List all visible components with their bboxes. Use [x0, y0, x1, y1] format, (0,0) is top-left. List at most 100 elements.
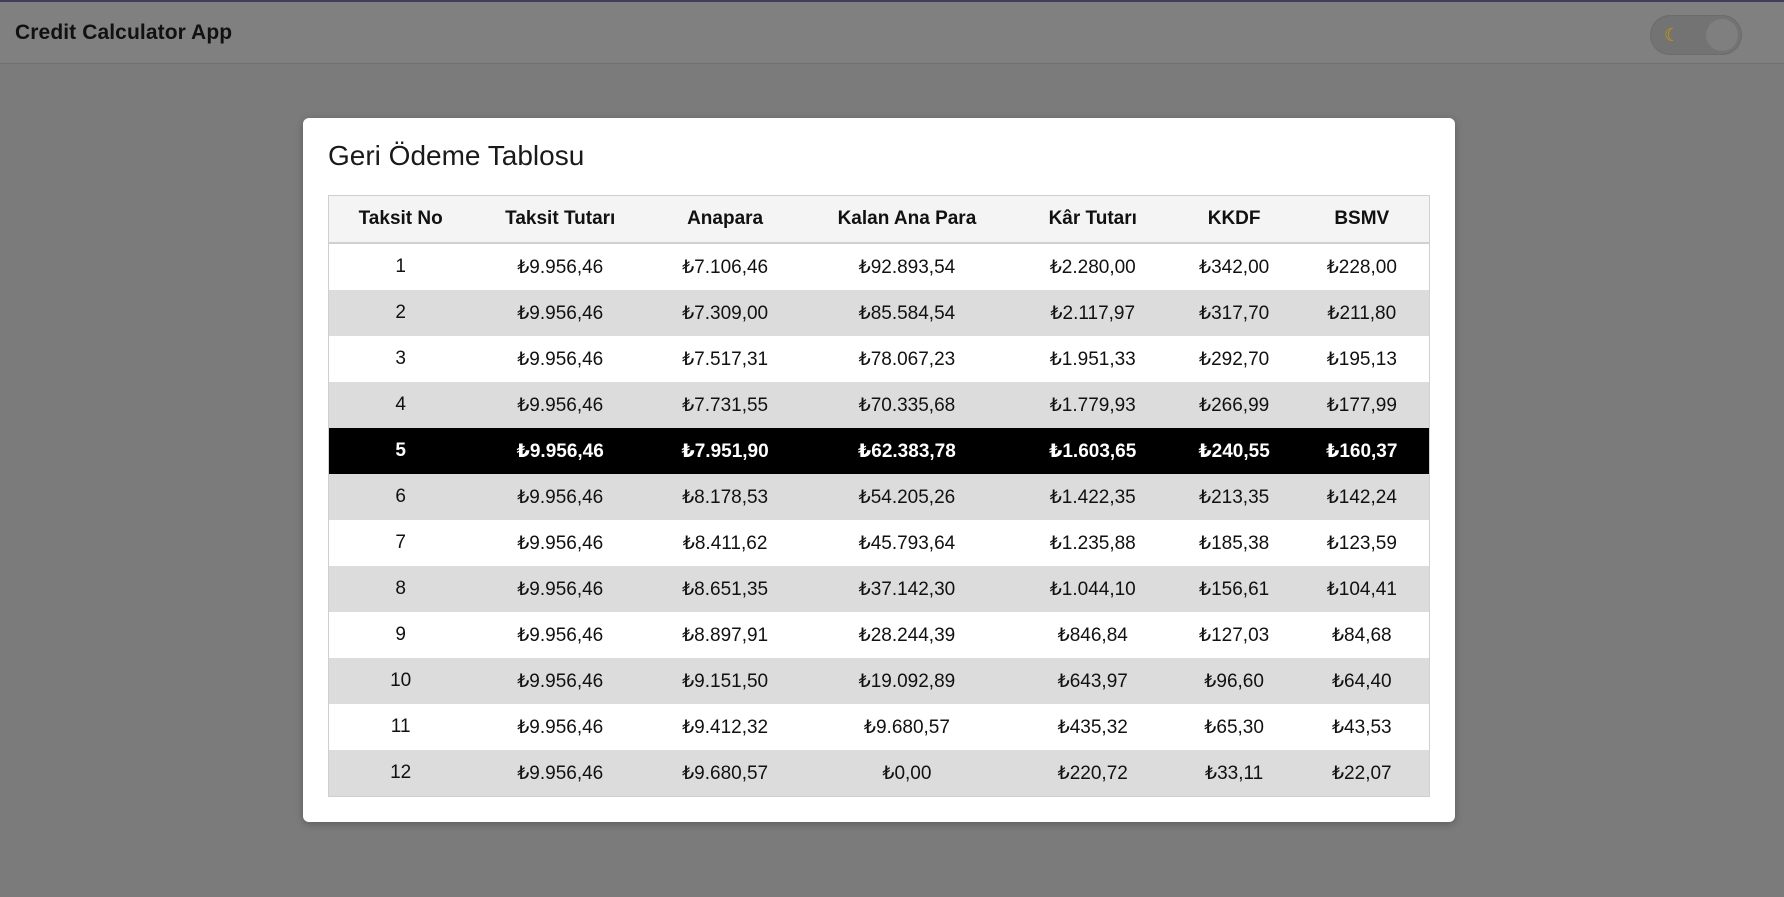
cell-installment-amount: ₺9.956,46: [472, 382, 649, 428]
table-row[interactable]: 7 ₺9.956,46 ₺8.411,62 ₺45.793,64 ₺1.235,88 ₺1…: [328, 520, 1430, 566]
cell-installment-no: 6: [328, 474, 473, 520]
cell-remaining-principal: ₺54.205,26: [802, 474, 1012, 520]
cell-remaining-principal: ₺45.793,64: [802, 520, 1012, 566]
cell-kkdf: ₺185,38: [1173, 520, 1295, 566]
cell-interest-amount: ₺220,72: [1011, 750, 1174, 797]
cell-bsmv: ₺195,13: [1294, 336, 1430, 382]
table-row[interactable]: 2 ₺9.956,46 ₺7.309,00 ₺85.584,54 ₺2.117,97 ₺3…: [328, 290, 1430, 336]
cell-installment-no: 9: [328, 612, 473, 658]
cell-principal: ₺7.731,55: [648, 382, 803, 428]
cell-kkdf: ₺33,11: [1173, 750, 1295, 797]
cell-installment-amount: ₺9.956,46: [472, 243, 649, 290]
cell-installment-amount: ₺9.956,46: [472, 290, 649, 336]
cell-kkdf: ₺156,61: [1173, 566, 1295, 612]
cell-kkdf: ₺96,60: [1173, 658, 1295, 704]
cell-principal: ₺7.951,90: [648, 428, 803, 474]
cell-interest-amount: ₺1.044,10: [1011, 566, 1174, 612]
cell-bsmv: ₺177,99: [1294, 382, 1430, 428]
table-row[interactable]: 6 ₺9.956,46 ₺8.178,53 ₺54.205,26 ₺1.422,35 ₺2…: [328, 474, 1430, 520]
cell-installment-no: 1: [328, 243, 473, 290]
cell-installment-no: 5: [328, 428, 473, 474]
app-header: Credit Calculator App ☾: [0, 0, 1784, 64]
table-row[interactable]: 11 ₺9.956,46 ₺9.412,32 ₺9.680,57 ₺435,32 ₺65,…: [328, 704, 1430, 750]
cell-interest-amount: ₺643,97: [1011, 658, 1174, 704]
cell-interest-amount: ₺2.280,00: [1011, 243, 1174, 290]
cell-interest-amount: ₺1.422,35: [1011, 474, 1174, 520]
column-header-installment-amount: Taksit Tutarı: [472, 195, 649, 244]
cell-bsmv: ₺142,24: [1294, 474, 1430, 520]
cell-interest-amount: ₺435,32: [1011, 704, 1174, 750]
table-row[interactable]: 4 ₺9.956,46 ₺7.731,55 ₺70.335,68 ₺1.779,93 ₺2…: [328, 382, 1430, 428]
cell-bsmv: ₺43,53: [1294, 704, 1430, 750]
cell-remaining-principal: ₺62.383,78: [802, 428, 1012, 474]
cell-remaining-principal: ₺0,00: [802, 750, 1012, 797]
table-row[interactable]: 10 ₺9.956,46 ₺9.151,50 ₺19.092,89 ₺643,97 ₺96…: [328, 658, 1430, 704]
column-header-interest-amount: Kâr Tutarı: [1011, 195, 1174, 244]
cell-bsmv: ₺104,41: [1294, 566, 1430, 612]
column-header-remaining-principal: Kalan Ana Para: [802, 195, 1012, 244]
cell-principal: ₺8.897,91: [648, 612, 803, 658]
cell-principal: ₺9.412,32: [648, 704, 803, 750]
cell-remaining-principal: ₺92.893,54: [802, 243, 1012, 290]
table-header-row: Taksit No Taksit Tutarı Anapara Kalan Ana P…: [328, 195, 1430, 244]
column-header-kkdf: KKDF: [1173, 195, 1295, 244]
cell-principal: ₺7.309,00: [648, 290, 803, 336]
cell-kkdf: ₺317,70: [1173, 290, 1295, 336]
cell-installment-amount: ₺9.956,46: [472, 566, 649, 612]
toggle-knob: [1706, 19, 1738, 51]
modal-title: Geri Ödeme Tablosu: [328, 140, 585, 171]
cell-remaining-principal: ₺37.142,30: [802, 566, 1012, 612]
cell-installment-no: 10: [328, 658, 473, 704]
column-header-installment-no: Taksit No: [328, 195, 473, 244]
cell-principal: ₺8.411,62: [648, 520, 803, 566]
cell-kkdf: ₺127,03: [1173, 612, 1295, 658]
repayment-table: Taksit No Taksit Tutarı Anapara Kalan Ana P…: [328, 195, 1430, 797]
table-row[interactable]: 12 ₺9.956,46 ₺9.680,57 ₺0,00 ₺220,72 ₺33,11 ₺2…: [328, 750, 1430, 797]
cell-bsmv: ₺228,00: [1294, 243, 1430, 290]
cell-principal: ₺8.178,53: [648, 474, 803, 520]
cell-installment-amount: ₺9.956,46: [472, 428, 649, 474]
cell-interest-amount: ₺2.117,97: [1011, 290, 1174, 336]
cell-bsmv: ₺64,40: [1294, 658, 1430, 704]
cell-kkdf: ₺213,35: [1173, 474, 1295, 520]
theme-toggle[interactable]: ☾: [1650, 15, 1742, 55]
cell-principal: ₺9.680,57: [648, 750, 803, 797]
cell-installment-no: 2: [328, 290, 473, 336]
cell-interest-amount: ₺1.235,88: [1011, 520, 1174, 566]
cell-remaining-principal: ₺28.244,39: [802, 612, 1012, 658]
cell-principal: ₺7.106,46: [648, 243, 803, 290]
column-header-principal: Anapara: [648, 195, 803, 244]
table-body: 1 ₺9.956,46 ₺7.106,46 ₺92.893,54 ₺2.280,00 ₺3…: [328, 243, 1430, 797]
cell-installment-amount: ₺9.956,46: [472, 520, 649, 566]
repayment-modal: Geri Ödeme Tablosu Taksit No Taksit Tutar…: [303, 118, 1455, 822]
cell-installment-no: 11: [328, 704, 473, 750]
cell-kkdf: ₺65,30: [1173, 704, 1295, 750]
column-header-bsmv: BSMV: [1294, 195, 1430, 244]
cell-installment-amount: ₺9.956,46: [472, 612, 649, 658]
cell-installment-no: 4: [328, 382, 473, 428]
cell-bsmv: ₺123,59: [1294, 520, 1430, 566]
cell-remaining-principal: ₺70.335,68: [802, 382, 1012, 428]
table-row[interactable]: 3 ₺9.956,46 ₺7.517,31 ₺78.067,23 ₺1.951,33 ₺2…: [328, 336, 1430, 382]
cell-installment-amount: ₺9.956,46: [472, 658, 649, 704]
cell-kkdf: ₺342,00: [1173, 243, 1295, 290]
cell-interest-amount: ₺1.603,65: [1011, 428, 1174, 474]
cell-remaining-principal: ₺78.067,23: [802, 336, 1012, 382]
cell-principal: ₺7.517,31: [648, 336, 803, 382]
cell-principal: ₺9.151,50: [648, 658, 803, 704]
table-row[interactable]: 8 ₺9.956,46 ₺8.651,35 ₺37.142,30 ₺1.044,10 ₺1…: [328, 566, 1430, 612]
cell-remaining-principal: ₺85.584,54: [802, 290, 1012, 336]
cell-installment-no: 8: [328, 566, 473, 612]
cell-interest-amount: ₺1.779,93: [1011, 382, 1174, 428]
cell-kkdf: ₺292,70: [1173, 336, 1295, 382]
cell-installment-no: 12: [328, 750, 473, 797]
table-row[interactable]: 9 ₺9.956,46 ₺8.897,91 ₺28.244,39 ₺846,84 ₺127…: [328, 612, 1430, 658]
table-row[interactable]: 5 ₺9.956,46 ₺7.951,90 ₺62.383,78 ₺1.603,65 ₺2…: [328, 428, 1430, 474]
table-row[interactable]: 1 ₺9.956,46 ₺7.106,46 ₺92.893,54 ₺2.280,00 ₺3…: [328, 243, 1430, 290]
cell-installment-amount: ₺9.956,46: [472, 704, 649, 750]
cell-interest-amount: ₺846,84: [1011, 612, 1174, 658]
cell-installment-no: 7: [328, 520, 473, 566]
cell-bsmv: ₺22,07: [1294, 750, 1430, 797]
cell-remaining-principal: ₺9.680,57: [802, 704, 1012, 750]
cell-remaining-principal: ₺19.092,89: [802, 658, 1012, 704]
